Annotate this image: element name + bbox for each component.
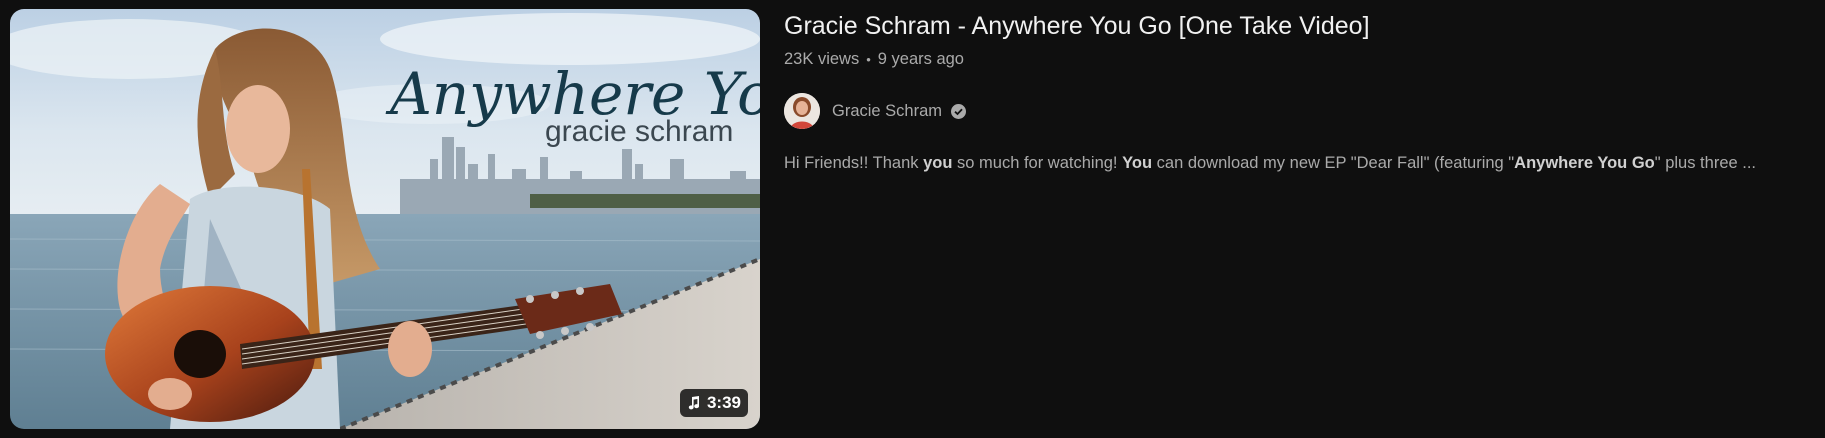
description-text: so much for watching! [952,154,1123,172]
duration-badge: 3:39 [679,389,748,417]
video-result: Anywhere You Go gracie schram 3:39 Graci… [0,0,1825,438]
description-highlight: You [1122,154,1153,172]
channel-link[interactable]: Gracie Schram [784,92,967,130]
avatar-image [784,93,820,129]
thumbnail-artist-text: gracie schram [545,115,733,148]
channel-avatar[interactable] [784,93,820,129]
duration-text: 3:39 [706,393,741,412]
description-text: Hi Friends!! Thank [784,154,924,172]
view-count: 23K views [784,50,860,68]
video-metadata: 23K views • 9 years ago [784,50,964,69]
video-title[interactable]: Gracie Schram - Anywhere You Go [One Tak… [784,12,1370,41]
meta-separator: • [866,52,871,67]
description-highlight: Anywhere You Go [1514,154,1655,172]
video-thumbnail[interactable]: Anywhere You Go gracie schram 3:39 [10,9,760,429]
description-highlight: you [923,154,953,172]
verified-check-icon [951,103,967,119]
upload-age: 9 years ago [877,50,964,68]
music-note-icon [688,396,699,410]
video-description: Hi Friends!! Thank you so much for watch… [784,154,1814,173]
thumbnail-image: Anywhere You Go gracie schram [10,9,760,429]
channel-name[interactable]: Gracie Schram [832,102,942,121]
description-text: can download my new EP "Dear Fall" (feat… [1152,154,1515,172]
description-text: " plus three ... [1654,154,1757,172]
